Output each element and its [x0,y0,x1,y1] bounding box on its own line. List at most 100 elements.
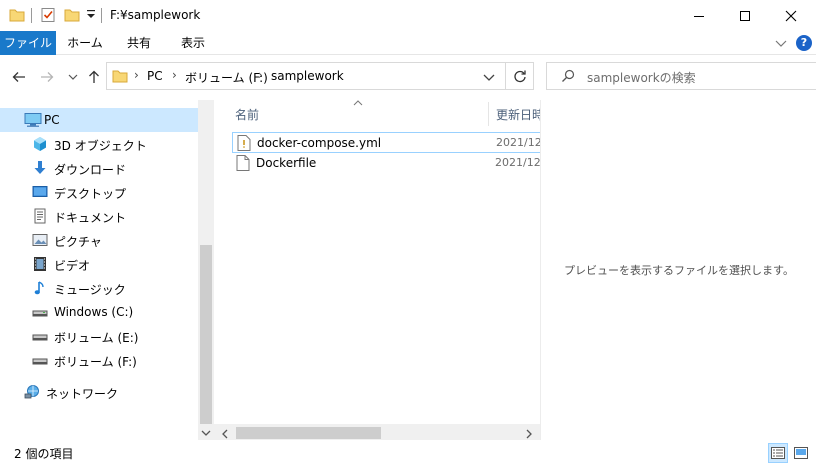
preview-pane: プレビューを表示するファイルを選択します。 [540,100,816,440]
forward-button[interactable] [38,68,56,86]
nav-label: ドキュメント [54,211,127,225]
up-button[interactable] [85,68,103,86]
nav-item-desktop[interactable]: デスクトップ [0,180,198,204]
file-list-scrollbar-thumb[interactable] [236,427,381,439]
yml-file-icon [237,135,251,154]
3d-objects-icon [32,136,48,152]
pictures-icon [32,232,48,248]
nav-label: ボリューム (E:) [54,331,139,345]
nav-label: ミュージック [54,283,126,297]
table-row[interactable]: docker-compose.yml 2021/12/ [232,132,541,154]
arrow-left-icon [12,72,25,82]
refresh-icon [513,70,526,83]
item-count: 2 個の項目 [14,447,74,461]
music-icon [32,280,48,296]
tab-file[interactable]: ファイル [0,31,56,55]
large-icons-view-button[interactable] [791,443,811,463]
desktop-icon [32,184,48,200]
nav-item-downloads[interactable]: ダウンロード [0,156,198,180]
address-row: › PC › ボリューム (F:) › samplework samplewor… [0,56,816,98]
nav-label: ボリューム (F:) [54,355,137,369]
maximize-button[interactable] [722,0,768,31]
nav-item-network[interactable]: ネットワーク [0,380,198,404]
nav-item-documents[interactable]: ドキュメント [0,204,198,228]
toolbar-separator [31,8,32,23]
sort-ascending-icon [353,96,363,110]
file-name: docker-compose.yml [257,136,382,150]
column-header-name[interactable]: 名前 [235,106,259,123]
nav-item-pc[interactable]: PC [0,108,198,132]
preview-message: プレビューを表示するファイルを選択します。 [564,264,794,277]
file-list: 名前 更新日時 docker-compose.yml 2021/12/ Dock… [214,100,541,440]
status-bar: 2 個の項目 [0,440,816,465]
drive-icon [32,304,48,320]
close-button[interactable] [768,0,814,31]
breadcrumb-volume-f[interactable]: ボリューム (F:) [185,69,268,86]
nav-item-drive-e[interactable]: ボリューム (E:) [0,324,198,348]
new-folder-icon[interactable] [64,7,80,26]
download-icon [32,160,48,176]
nav-label: ダウンロード [54,163,127,177]
table-row[interactable]: Dockerfile 2021/12/ [232,153,540,174]
nav-label: ビデオ [54,259,91,273]
breadcrumb-separator[interactable]: › [258,68,263,82]
breadcrumb-pc[interactable]: PC [147,69,163,83]
details-view-icon [771,447,785,459]
properties-icon[interactable] [40,7,56,26]
ribbon: ファイル ホーム 共有 表示 ? [0,31,816,55]
details-view-button[interactable] [768,443,788,463]
search-input[interactable]: sampleworkの検索 [587,69,696,86]
minimize-icon [694,15,704,17]
nav-label: Windows (C:) [54,305,134,319]
breadcrumb-separator[interactable]: › [134,68,139,82]
nav-item-music[interactable]: ミュージック [0,276,198,300]
chevron-down-icon [483,74,495,81]
tab-home[interactable]: ホーム [62,31,108,55]
nav-item-drive-c[interactable]: Windows (C:) [0,300,198,324]
tab-view[interactable]: 表示 [170,31,216,55]
customize-toolbar-icon[interactable] [86,9,96,24]
drive-icon [32,352,48,368]
minimize-button[interactable] [676,0,722,31]
scroll-down-icon[interactable] [201,427,211,441]
tab-share[interactable]: 共有 [116,31,162,55]
file-date: 2021/12/ [495,156,540,169]
large-icons-view-icon [794,447,808,459]
pc-icon [24,112,42,128]
nav-item-drive-f[interactable]: ボリューム (F:) [0,348,198,372]
file-date: 2021/12/ [496,136,541,149]
refresh-button[interactable] [506,62,534,90]
nav-label: 3D オブジェクト [54,139,147,153]
video-icon [32,256,48,272]
column-divider[interactable] [488,102,489,126]
nav-item-pictures[interactable]: ピクチャ [0,228,198,252]
file-icon [236,155,250,174]
column-header-date[interactable]: 更新日時 [496,106,540,123]
nav-label: ピクチャ [54,235,102,249]
nav-item-3d-objects[interactable]: 3D オブジェクト [0,132,198,156]
expand-ribbon-icon[interactable] [775,37,787,52]
documents-icon [32,208,48,224]
nav-label: PC [44,113,60,127]
breadcrumb-samplework[interactable]: samplework [271,69,344,83]
nav-label: デスクトップ [54,187,127,201]
search-box[interactable]: sampleworkの検索 [546,62,816,90]
address-history-dropdown[interactable] [483,71,495,86]
navigation-pane: PC 3D オブジェクト ダウンロード デスクトップ ドキュメント ピクチャ ビ… [0,100,214,440]
folder-icon [9,7,25,26]
nav-label: ネットワーク [46,387,119,401]
network-icon [24,384,40,400]
search-icon [561,69,575,86]
nav-scrollbar-thumb[interactable] [200,245,212,424]
recent-locations-button[interactable] [64,68,82,86]
back-button[interactable] [10,68,28,86]
nav-item-videos[interactable]: ビデオ [0,252,198,276]
maximize-icon [740,10,750,21]
help-button[interactable]: ? [796,35,812,51]
arrow-right-icon [41,72,54,82]
breadcrumb-separator[interactable]: › [172,68,177,82]
address-bar[interactable]: › PC › ボリューム (F:) › samplework [106,62,506,90]
drive-icon [32,328,48,344]
close-icon [785,10,797,21]
title-bar: F:¥samplework [0,0,816,31]
